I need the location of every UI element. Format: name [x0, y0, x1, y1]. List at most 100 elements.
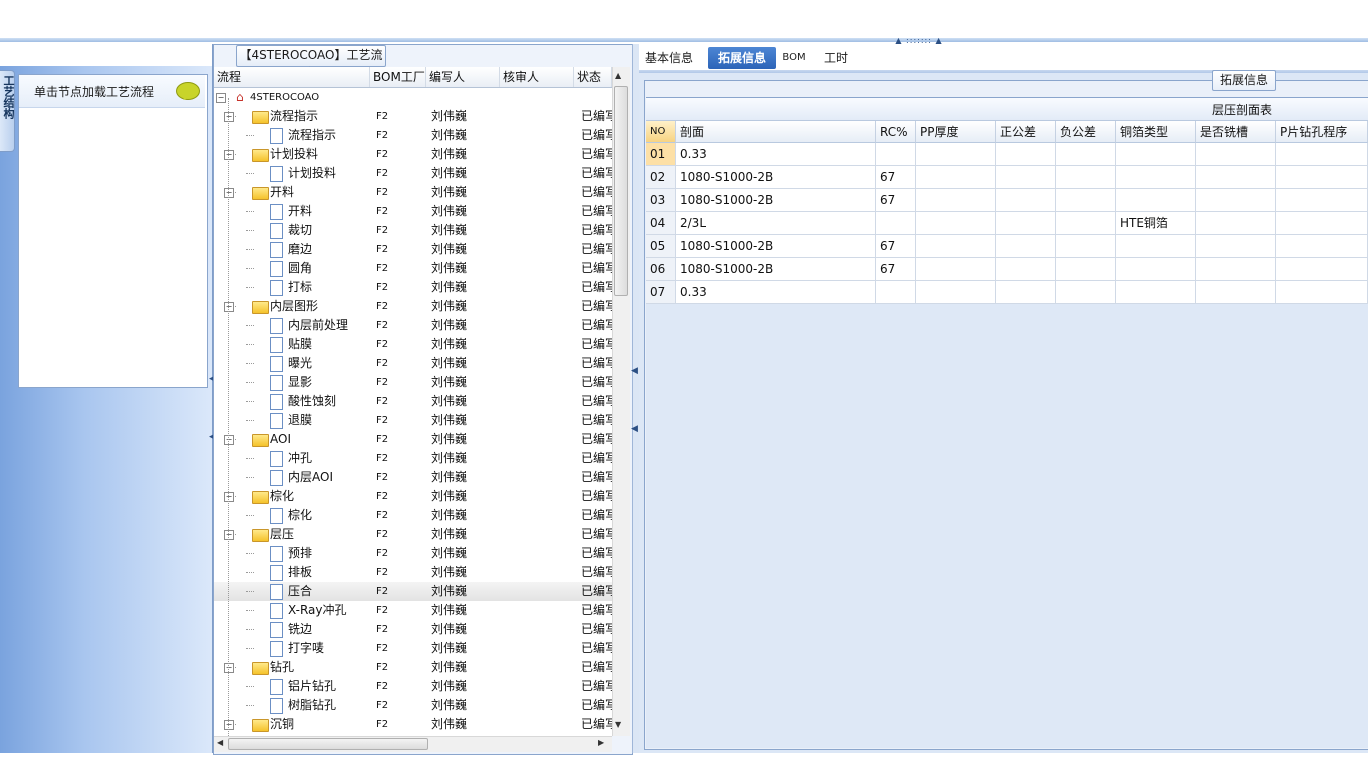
tree-node-label[interactable]: 冲孔	[288, 449, 312, 468]
tree-row[interactable]: − 开料 F2 刘伟巍 已编写	[214, 183, 612, 202]
grid-header-copper-type[interactable]: 铜箔类型	[1116, 121, 1196, 143]
tree-node-label[interactable]: 流程指示	[270, 107, 318, 126]
tree-row[interactable]: − ⌂ 4STEROCOAO	[214, 88, 612, 107]
tree-row[interactable]: 贴膜 F2 刘伟巍 已编写	[214, 335, 612, 354]
tree-row[interactable]: 流程指示 F2 刘伟巍 已编写	[214, 126, 612, 145]
tree-row[interactable]: 预排 F2 刘伟巍 已编写	[214, 544, 612, 563]
tree-node-label[interactable]: 磨边	[288, 240, 312, 259]
tree-node-label[interactable]: 铣边	[288, 620, 312, 639]
grid-cell[interactable]	[916, 258, 996, 281]
grid-cell[interactable]	[1116, 166, 1196, 189]
tree-row[interactable]: 磨边 F2 刘伟巍 已编写	[214, 240, 612, 259]
grid-cell[interactable]	[1056, 258, 1116, 281]
grid-cell[interactable]	[1276, 143, 1368, 166]
grid-cell[interactable]	[1116, 143, 1196, 166]
grid-header-milling[interactable]: 是否铣槽	[1196, 121, 1276, 143]
tree-row[interactable]: 内层前处理 F2 刘伟巍 已编写	[214, 316, 612, 335]
grid-cell[interactable]	[1056, 189, 1116, 212]
tree-node-label[interactable]: 内层AOI	[288, 468, 333, 487]
tree-node-label[interactable]: 树脂钻孔	[288, 696, 336, 715]
grid-cell[interactable]: 67	[876, 235, 916, 258]
tree-row[interactable]: 树脂钻孔 F2 刘伟巍 已编写	[214, 696, 612, 715]
tree-node-label[interactable]: 计划投料	[270, 145, 318, 164]
grid-cell[interactable]	[916, 189, 996, 212]
grid-cell[interactable]	[1116, 189, 1196, 212]
tree-row[interactable]: 排板 F2 刘伟巍 已编写	[214, 563, 612, 582]
tree-row[interactable]: 开料 F2 刘伟巍 已编写	[214, 202, 612, 221]
tree-expander-icon[interactable]: −	[216, 93, 226, 103]
tree-node-label[interactable]: 打字唛	[288, 639, 324, 658]
tree-node-label[interactable]: AOI	[270, 430, 291, 449]
tree-expander-icon[interactable]: −	[224, 435, 234, 445]
tab-extended-info[interactable]: 拓展信息	[708, 47, 776, 69]
grid-cell[interactable]	[1056, 212, 1116, 235]
grid-cell[interactable]: 67	[876, 189, 916, 212]
grid-cell[interactable]: 67	[876, 258, 916, 281]
tree-row[interactable]: − 计划投料 F2 刘伟巍 已编写	[214, 145, 612, 164]
grid-cell[interactable]	[1196, 258, 1276, 281]
grid-cell[interactable]	[876, 281, 916, 304]
tree-row[interactable]: 裁切 F2 刘伟巍 已编写	[214, 221, 612, 240]
tab-basic-info[interactable]: 基本信息	[641, 47, 697, 69]
tree-expander-icon[interactable]: −	[224, 188, 234, 198]
tree-expander-icon[interactable]: −	[224, 150, 234, 160]
tree-node-label[interactable]: 打标	[288, 278, 312, 297]
grid-cell[interactable]	[916, 235, 996, 258]
tree-node-label[interactable]: 流程指示	[288, 126, 336, 145]
splitter-arrow-icon[interactable]: ◀	[631, 366, 638, 376]
tree-horizontal-scroll-thumb[interactable]	[228, 738, 428, 750]
tree-row[interactable]: − AOI F2 刘伟巍 已编写	[214, 430, 612, 449]
tree-row[interactable]: − 棕化 F2 刘伟巍 已编写	[214, 487, 612, 506]
splitter-arrow-icon[interactable]: ◀	[631, 424, 638, 434]
tree-row[interactable]: − 内层图形 F2 刘伟巍 已编写	[214, 297, 612, 316]
tree-node-label[interactable]: 沉铜	[270, 715, 294, 734]
tree-node-label[interactable]: 退膜	[288, 411, 312, 430]
grid-cell[interactable]: 2/3L	[676, 212, 876, 235]
tree-expander-icon[interactable]: −	[224, 112, 234, 122]
grid-cell[interactable]: 1080-S1000-2B	[676, 235, 876, 258]
column-header-reviewer[interactable]: 核审人	[500, 67, 574, 87]
tree-node-label[interactable]: 排板	[288, 563, 312, 582]
grid-cell[interactable]	[1196, 143, 1276, 166]
grid-cell[interactable]: 0.33	[676, 143, 876, 166]
tree-row[interactable]: 圆角 F2 刘伟巍 已编写	[214, 259, 612, 278]
tree-row[interactable]: − 钻孔 F2 刘伟巍 已编写	[214, 658, 612, 677]
tree-node-label[interactable]: 开料	[288, 202, 312, 221]
grid-cell[interactable]	[1056, 281, 1116, 304]
grid-cell[interactable]	[1276, 212, 1368, 235]
grid-header-plus-tolerance[interactable]: 正公差	[996, 121, 1056, 143]
grid-cell[interactable]	[1276, 235, 1368, 258]
tree-row[interactable]: − 流程指示 F2 刘伟巍 已编写	[214, 107, 612, 126]
grid-cell[interactable]	[996, 258, 1056, 281]
grid-cell[interactable]	[1056, 235, 1116, 258]
tree-node-label[interactable]: 显影	[288, 373, 312, 392]
column-header-writer[interactable]: 编写人	[426, 67, 500, 87]
grid-cell[interactable]: 0.33	[676, 281, 876, 304]
tree-expander-icon[interactable]: −	[224, 492, 234, 502]
vertical-tab-process-structure[interactable]: 工艺结构	[0, 70, 15, 152]
grid-cell[interactable]	[1116, 235, 1196, 258]
grid-cell[interactable]	[916, 143, 996, 166]
tree-row[interactable]: 打字唛 F2 刘伟巍 已编写	[214, 639, 612, 658]
scroll-down-arrow-icon[interactable]: ▼	[615, 720, 621, 729]
grid-cell[interactable]	[1196, 189, 1276, 212]
tree-row[interactable]: X-Ray冲孔 F2 刘伟巍 已编写	[214, 601, 612, 620]
tree-node-label[interactable]: 4STEROCOAO	[250, 88, 319, 107]
tree-vertical-scroll-thumb[interactable]	[614, 86, 628, 296]
grid-cell[interactable]: 1080-S1000-2B	[676, 189, 876, 212]
tree-node-label[interactable]: 内层前处理	[288, 316, 348, 335]
grid-cell[interactable]: 1080-S1000-2B	[676, 258, 876, 281]
tree-row[interactable]: 内层AOI F2 刘伟巍 已编写	[214, 468, 612, 487]
tree-row[interactable]: 显影 F2 刘伟巍 已编写	[214, 373, 612, 392]
grid-cell[interactable]	[916, 281, 996, 304]
tree-node-label[interactable]: 棕化	[288, 506, 312, 525]
scroll-left-arrow-icon[interactable]: ◀	[217, 738, 223, 747]
tree-node-label[interactable]: 内层图形	[270, 297, 318, 316]
tree-node-label[interactable]: 裁切	[288, 221, 312, 240]
grid-header-minus-tolerance[interactable]: 负公差	[1056, 121, 1116, 143]
tree-row[interactable]: 铣边 F2 刘伟巍 已编写	[214, 620, 612, 639]
tree-node-label[interactable]: 酸性蚀刻	[288, 392, 336, 411]
column-header-process[interactable]: 流程	[214, 67, 370, 87]
grid-header-no[interactable]: NO	[646, 121, 676, 143]
tree-node-label[interactable]: 曝光	[288, 354, 312, 373]
